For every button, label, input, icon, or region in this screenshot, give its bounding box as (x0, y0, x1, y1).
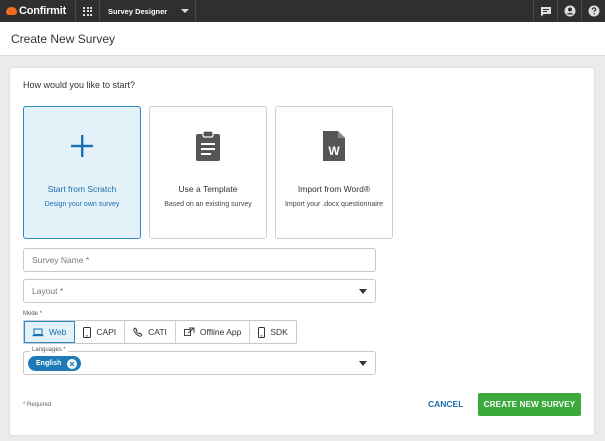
mode-label: Offline App (199, 327, 242, 337)
close-icon[interactable] (67, 358, 78, 369)
languages-label: Languages * (30, 347, 68, 353)
phone-icon (133, 327, 143, 337)
language-chip-label: English (36, 360, 62, 367)
tile-subtitle: Based on an existing survey (164, 201, 252, 208)
logo-text: Confirmit (19, 5, 67, 17)
create-survey-button[interactable]: CREATE NEW SURVEY (478, 393, 581, 416)
product-switcher[interactable]: Survey Designer (100, 0, 197, 22)
required-note: * Required (23, 402, 52, 408)
page-header: Create New Survey (0, 22, 605, 56)
product-name: Survey Designer (108, 6, 168, 16)
mode-label: SDK (270, 327, 288, 337)
mode-label: CAPI (96, 327, 117, 337)
top-bar: Confirmit Survey Designer (0, 0, 605, 22)
chat-icon[interactable] (533, 0, 557, 22)
tile-start-from-scratch[interactable]: Start from Scratch Design your own surve… (23, 106, 141, 239)
mode-capi[interactable]: CAPI (75, 321, 126, 343)
languages-select[interactable]: Languages * English (23, 347, 376, 375)
mode-label: Web (49, 327, 67, 337)
plus-icon (24, 129, 140, 163)
laptop-icon (32, 328, 44, 336)
tile-subtitle: Design your own survey (44, 201, 120, 208)
mode-web[interactable]: Web (24, 321, 76, 343)
svg-text:W: W (328, 144, 340, 158)
start-question: How would you like to start? (23, 80, 136, 90)
tile-use-template[interactable]: Use a Template Based on an existing surv… (149, 106, 267, 239)
tile-import-word[interactable]: W Import from Word® Import your .docx qu… (275, 106, 393, 239)
cancel-button[interactable]: CANCEL (428, 399, 463, 409)
start-options: Start from Scratch Design your own surve… (23, 106, 393, 239)
mode-toggle-group: Web CAPI CATI Offline App SDK (23, 320, 297, 344)
chevron-down-icon (359, 289, 367, 294)
help-icon[interactable] (581, 0, 605, 22)
mode-cati[interactable]: CATI (125, 321, 176, 343)
survey-name-input[interactable] (32, 255, 375, 265)
mode-offline-app[interactable]: Offline App (175, 321, 251, 343)
mode-label: Mode * (23, 311, 43, 317)
create-survey-card: How would you like to start? Start from … (10, 68, 594, 435)
tile-title: Use a Template (178, 184, 238, 194)
survey-name-field[interactable] (23, 248, 376, 272)
chevron-down-icon (359, 361, 367, 366)
language-chip-english[interactable]: English (28, 356, 82, 371)
mode-label: CATI (148, 327, 167, 337)
logo-mark-icon (6, 7, 17, 15)
offline-icon (183, 327, 195, 336)
logo[interactable]: Confirmit (0, 0, 76, 22)
clipboard-icon (150, 129, 266, 163)
page-title: Create New Survey (11, 31, 116, 46)
account-icon[interactable] (557, 0, 581, 22)
tile-subtitle: Import your .docx questionnaire (284, 201, 384, 208)
layout-select[interactable]: Layout * (23, 279, 376, 303)
word-document-icon: W (276, 129, 392, 163)
mobile-icon (258, 326, 266, 338)
tile-title: Start from Scratch (47, 184, 117, 194)
mode-sdk[interactable]: SDK (250, 321, 296, 343)
chevron-down-icon (181, 9, 190, 13)
tablet-icon (83, 326, 92, 338)
layout-placeholder: Layout * (32, 286, 64, 296)
tile-title: Import from Word® (297, 184, 371, 194)
apps-grid-icon[interactable] (76, 0, 100, 22)
